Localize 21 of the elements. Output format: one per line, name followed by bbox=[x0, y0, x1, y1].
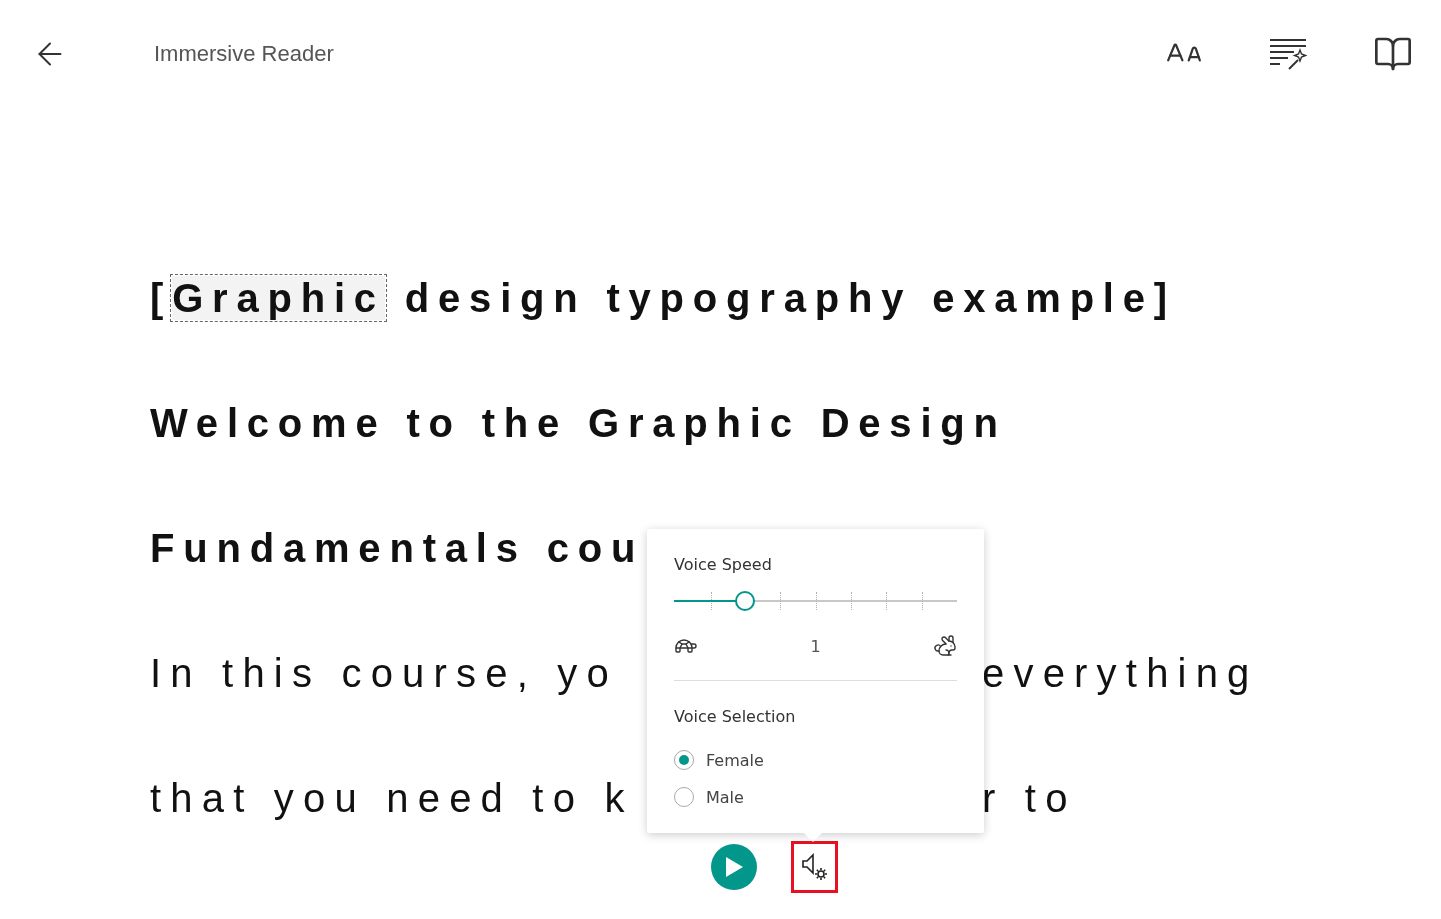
voice-option[interactable]: Female bbox=[674, 750, 957, 770]
reading-text: that you need to k bbox=[150, 774, 634, 822]
voice-option[interactable]: Male bbox=[674, 787, 957, 807]
reading-text: [Graphic design typography example] bbox=[150, 274, 1176, 322]
app-title: Immersive Reader bbox=[154, 41, 335, 67]
voice-speed-label: Voice Speed bbox=[674, 555, 773, 574]
reading-text: Welcome to the Graphic Design bbox=[150, 399, 1007, 447]
reading-text: Fundamentals cou bbox=[150, 524, 645, 572]
voice-speed-slider[interactable] bbox=[674, 590, 957, 612]
voice-settings-button[interactable] bbox=[791, 841, 838, 893]
reading-text: r to bbox=[982, 774, 1077, 822]
slider-thumb[interactable] bbox=[734, 591, 755, 611]
reading-text: In this course, yo bbox=[150, 649, 618, 697]
play-button[interactable] bbox=[711, 844, 757, 890]
play-icon bbox=[724, 856, 744, 878]
speed-reading: 1 bbox=[810, 636, 821, 656]
rabbit-icon bbox=[933, 634, 957, 658]
voice-selection-label: Voice Selection bbox=[674, 707, 797, 726]
speaker-gear-icon bbox=[800, 852, 829, 882]
reading-text: everything bbox=[982, 649, 1259, 697]
lines-magic-icon bbox=[1269, 38, 1307, 70]
